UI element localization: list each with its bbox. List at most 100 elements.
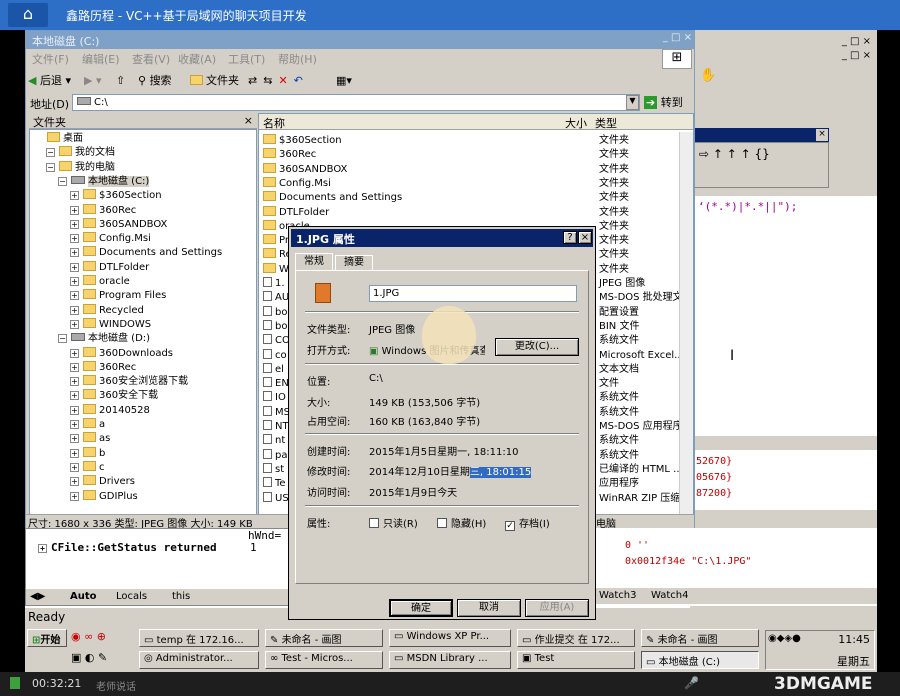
folder-tree[interactable]: +桌面−我的文档−我的电脑−本地磁盘 (C:)+$360Section+360R… bbox=[29, 129, 257, 515]
expand-icon[interactable]: + bbox=[70, 191, 79, 201]
quicklaunch-icons-2[interactable]: ▣ ◐ ✎ bbox=[71, 651, 141, 667]
file-list-scrollbar[interactable] bbox=[679, 132, 693, 520]
tree-item[interactable]: + GDIPlus bbox=[70, 489, 138, 504]
expand-icon[interactable]: + bbox=[70, 219, 79, 229]
task-button-paint-2[interactable]: ✎ 未命名 - 画图 bbox=[641, 629, 759, 647]
expand-icon[interactable]: + bbox=[70, 391, 79, 401]
tree-item[interactable]: − 本地磁盘 (C:) bbox=[58, 175, 150, 189]
expand-icon[interactable]: + bbox=[70, 262, 79, 272]
expand-icon[interactable]: + bbox=[70, 477, 79, 487]
menu-tools[interactable]: 工具(T) bbox=[228, 51, 265, 67]
menu-help[interactable]: 帮助(H) bbox=[278, 51, 317, 67]
tray-icons[interactable]: ◉◆◈● bbox=[768, 633, 801, 644]
tab-watch3[interactable]: Watch3 bbox=[599, 590, 637, 601]
tree-item[interactable]: +20140528 bbox=[70, 403, 150, 418]
task-button-local-disk[interactable]: ▭ 本地磁盘 (C:) bbox=[641, 651, 759, 669]
expand-icon[interactable]: − bbox=[58, 176, 67, 186]
change-button[interactable]: 更改(C)... bbox=[495, 338, 579, 356]
tree-item[interactable]: + Recycled bbox=[70, 303, 144, 318]
close-icon[interactable]: × bbox=[816, 129, 828, 141]
tab-auto[interactable]: Auto bbox=[70, 591, 97, 602]
task-button-temp[interactable]: ▭ temp 在 172.16... bbox=[139, 629, 259, 647]
quicklaunch-icons[interactable]: ◉ ∞ ⊕ bbox=[71, 630, 131, 646]
menu-view[interactable]: 查看(V) bbox=[132, 51, 170, 67]
task-button-homework[interactable]: ▭ 作业提交 在 172... bbox=[517, 629, 635, 647]
expand-icon[interactable]: + bbox=[70, 205, 79, 215]
expand-icon[interactable]: + bbox=[70, 348, 79, 358]
cancel-button[interactable]: 取消 bbox=[457, 599, 521, 617]
address-dropdown-icon[interactable]: ▼ bbox=[626, 95, 639, 110]
tree-item[interactable]: +360安全浏览器下载 bbox=[70, 375, 188, 389]
tree-item[interactable]: + oracle bbox=[70, 275, 130, 289]
file-row[interactable]: Documents and Settings 文件夹 bbox=[263, 191, 673, 205]
menu-file[interactable]: 文件(F) bbox=[32, 51, 69, 67]
tree-item[interactable]: +360安全下载 bbox=[70, 389, 158, 403]
go-button[interactable]: ➔ 转到 bbox=[644, 94, 690, 111]
ok-button[interactable]: 确定 bbox=[389, 599, 453, 617]
file-row[interactable]: 360Rec 文件夹 bbox=[263, 148, 673, 162]
column-size[interactable]: 大小 bbox=[565, 115, 587, 131]
tree-item[interactable]: + as bbox=[70, 432, 110, 446]
readonly-checkbox[interactable]: 只读(R) bbox=[369, 515, 418, 530]
expand-icon[interactable]: − bbox=[58, 334, 67, 344]
tree-item[interactable]: +360SANDBOX bbox=[70, 217, 167, 232]
expand-icon[interactable]: + bbox=[70, 248, 79, 258]
tree-item[interactable]: − 我的电脑 bbox=[46, 160, 115, 175]
file-row[interactable]: 360SANDBOX 文件夹 bbox=[263, 162, 673, 177]
close-icon[interactable]: × bbox=[578, 231, 592, 244]
tree-item[interactable]: + Program Files bbox=[70, 289, 166, 303]
menu-edit[interactable]: 编辑(E) bbox=[82, 51, 120, 67]
expand-icon[interactable]: + bbox=[70, 319, 79, 329]
expand-icon[interactable]: + bbox=[70, 377, 79, 387]
expand-icon[interactable]: + bbox=[70, 491, 79, 501]
tree-item[interactable]: + Documents and Settings bbox=[70, 246, 222, 260]
expand-icon[interactable]: + bbox=[70, 434, 79, 444]
file-row[interactable]: Config.Msi 文件夹 bbox=[263, 176, 673, 191]
explorer-window-controls[interactable]: _ □ × bbox=[626, 32, 692, 47]
filename-input[interactable]: 1.JPG bbox=[369, 285, 577, 302]
expand-icon[interactable]: − bbox=[46, 162, 55, 172]
tree-item[interactable]: +桌面 bbox=[34, 132, 83, 146]
archive-checkbox[interactable]: ✓ 存档(I) bbox=[505, 515, 550, 531]
home-icon[interactable]: ⌂ bbox=[8, 3, 48, 27]
tab-nav-icon[interactable]: ◀▶ bbox=[30, 591, 45, 602]
vc-code-editor[interactable]: ‘(*.*)|*.*||"); I bbox=[690, 196, 877, 436]
help-icon[interactable]: ? bbox=[563, 231, 577, 244]
tab-summary[interactable]: 摘要 bbox=[335, 255, 373, 271]
start-button[interactable]: ⊞开始 bbox=[27, 629, 67, 647]
tree-item[interactable]: + Drivers bbox=[70, 475, 135, 489]
task-button-test-vc[interactable]: ∞ Test - Micros... bbox=[265, 651, 383, 669]
tree-item[interactable]: + b bbox=[70, 446, 105, 461]
microphone-icon[interactable]: 🎤 bbox=[684, 676, 699, 690]
up-folder-icon[interactable]: ⇧ bbox=[116, 71, 125, 91]
expand-icon[interactable]: + bbox=[70, 420, 79, 429]
expand-icon[interactable]: + bbox=[38, 544, 47, 553]
expand-icon[interactable]: + bbox=[70, 234, 79, 244]
tree-item[interactable]: + Config.Msi bbox=[70, 232, 151, 246]
file-row[interactable]: DTLFolder 文件夹 bbox=[263, 205, 673, 220]
file-row[interactable]: $360Section 文件夹 bbox=[263, 134, 673, 148]
tree-item[interactable]: + $360Section bbox=[70, 189, 162, 203]
views-icon[interactable]: ▦▾ bbox=[336, 71, 352, 91]
tab-watch4[interactable]: Watch4 bbox=[651, 590, 689, 601]
apply-button[interactable]: 应用(A) bbox=[525, 599, 589, 617]
expand-icon[interactable]: + bbox=[70, 277, 79, 286]
hidden-checkbox[interactable]: 隐藏(H) bbox=[437, 515, 486, 530]
expand-icon[interactable]: + bbox=[70, 291, 79, 301]
task-button-msdn[interactable]: ▭ MSDN Library ... bbox=[389, 651, 511, 669]
menu-favorites[interactable]: 收藏(A) bbox=[178, 51, 216, 67]
column-name[interactable]: 名称 bbox=[263, 117, 285, 130]
back-button[interactable]: ◀ 后退 ▾ bbox=[28, 71, 71, 91]
close-icon[interactable]: × bbox=[244, 114, 253, 127]
tree-item[interactable]: +360Rec bbox=[70, 203, 136, 218]
search-button[interactable]: ⚲ 搜索 bbox=[138, 71, 172, 91]
tab-this[interactable]: this bbox=[172, 591, 190, 602]
address-input[interactable]: C:\ bbox=[72, 94, 640, 111]
expand-icon[interactable]: + bbox=[70, 448, 79, 458]
tree-item[interactable]: + c bbox=[70, 460, 105, 475]
task-button-test[interactable]: ▣ Test bbox=[517, 651, 635, 669]
expand-icon[interactable]: + bbox=[70, 362, 79, 372]
tree-item[interactable]: + WINDOWS bbox=[70, 317, 151, 332]
forward-button[interactable]: ▶ ▾ bbox=[84, 71, 101, 91]
task-button-admin[interactable]: ◎ Administrator... bbox=[139, 651, 259, 669]
